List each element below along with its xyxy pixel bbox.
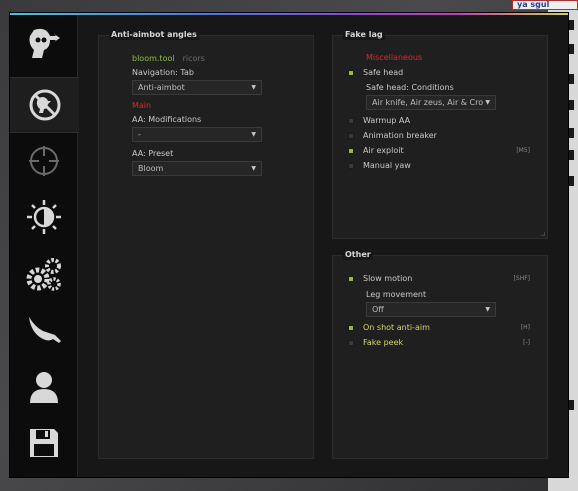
- tab-config[interactable]: [10, 415, 78, 471]
- chevron-down-icon: ▼: [251, 165, 256, 172]
- animation-breaker-checkbox[interactable]: Animation breaker: [348, 131, 437, 140]
- navigation-label: Navigation: Tab: [132, 68, 194, 77]
- manual-yaw-checkbox[interactable]: Manual yaw: [348, 161, 411, 170]
- group-fake-lag: Fake lag Miscellaneous Safe head Safe he…: [332, 30, 548, 239]
- checkbox[interactable]: [348, 339, 354, 346]
- player-icon: [30, 372, 58, 403]
- hotkey-badge[interactable]: [H]: [521, 324, 530, 331]
- checkbox[interactable]: [348, 117, 354, 124]
- save-config-icon: [30, 429, 58, 457]
- preset-label: AA: Preset: [132, 149, 174, 158]
- tab-visuals[interactable]: [10, 189, 78, 245]
- warmup-aa-checkbox[interactable]: Warmup AA: [348, 116, 410, 125]
- knife-icon: [29, 317, 61, 343]
- checkbox[interactable]: [348, 275, 354, 282]
- chevron-down-icon: ▼: [485, 306, 490, 313]
- tab-rage[interactable]: [10, 15, 78, 71]
- on-shot-anti-aim-checkbox[interactable]: On shot anti-aim [H]: [348, 323, 544, 332]
- sidebar: [10, 15, 79, 477]
- cheat-menu-window: Anti-aimbot angles bloom.tool ricors Nav…: [9, 12, 569, 478]
- crosshair-icon: [29, 146, 59, 176]
- group-title: Anti-aimbot angles: [109, 30, 199, 40]
- checkbox[interactable]: [348, 162, 354, 169]
- leg-movement-dropdown[interactable]: Off ▼: [366, 302, 496, 317]
- chevron-down-icon: ▼: [251, 131, 256, 138]
- group-title: Fake lag: [343, 30, 385, 40]
- tab-misc[interactable]: [10, 247, 78, 303]
- background-player-badge: ya sgul: [512, 0, 578, 10]
- tab-content: Anti-aimbot angles bloom.tool ricors Nav…: [79, 15, 568, 477]
- fake-peek-checkbox[interactable]: Fake peek [-]: [348, 338, 544, 347]
- checkbox[interactable]: [348, 132, 354, 139]
- preset-dropdown[interactable]: Bloom ▼: [132, 161, 262, 176]
- checkbox[interactable]: [348, 324, 354, 331]
- anti-aim-icon: [29, 89, 60, 121]
- links-row: bloom.tool ricors: [132, 54, 205, 63]
- checkbox[interactable]: [348, 147, 354, 154]
- misc-section-label: Miscellaneous: [366, 53, 423, 62]
- visuals-icon: [27, 200, 61, 234]
- navigation-dropdown[interactable]: Anti-aimbot ▼: [132, 80, 262, 95]
- group-title: Other: [343, 250, 373, 260]
- chevron-down-icon: ▼: [483, 96, 490, 109]
- tab-anti-aim[interactable]: [10, 77, 79, 133]
- conditions-label: Safe head: Conditions: [366, 83, 454, 92]
- misc-gears-icon: [26, 258, 61, 291]
- tab-players[interactable]: [10, 359, 78, 415]
- conditions-dropdown[interactable]: Air knife, Air zeus, Air & Cro ▼: [366, 95, 496, 110]
- checkbox[interactable]: [348, 69, 354, 76]
- tab-skins[interactable]: [10, 303, 78, 359]
- link-ricors[interactable]: ricors: [183, 54, 205, 63]
- group-anti-aimbot-angles: Anti-aimbot angles bloom.tool ricors Nav…: [98, 30, 314, 459]
- slow-motion-checkbox[interactable]: Slow motion [SHF]: [348, 274, 544, 283]
- rage-head-icon: [29, 28, 60, 58]
- resize-handle[interactable]: [541, 232, 545, 236]
- group-other: Other Slow motion [SHF] Leg movement Off…: [332, 250, 548, 459]
- safe-head-checkbox[interactable]: Safe head: [348, 68, 403, 77]
- link-bloom-tool[interactable]: bloom.tool: [132, 54, 175, 63]
- modifications-label: AA: Modifications: [132, 115, 202, 124]
- air-exploit-checkbox[interactable]: Air exploit [M5]: [348, 146, 544, 155]
- hotkey-badge[interactable]: [SHF]: [514, 275, 530, 282]
- modifications-dropdown[interactable]: - ▼: [132, 127, 262, 142]
- main-section-label: Main: [132, 101, 152, 110]
- leg-movement-label: Leg movement: [366, 290, 427, 299]
- hotkey-badge[interactable]: [-]: [523, 339, 530, 346]
- tab-legit[interactable]: [10, 133, 78, 189]
- chevron-down-icon: ▼: [251, 84, 256, 91]
- hotkey-badge[interactable]: [M5]: [516, 147, 530, 154]
